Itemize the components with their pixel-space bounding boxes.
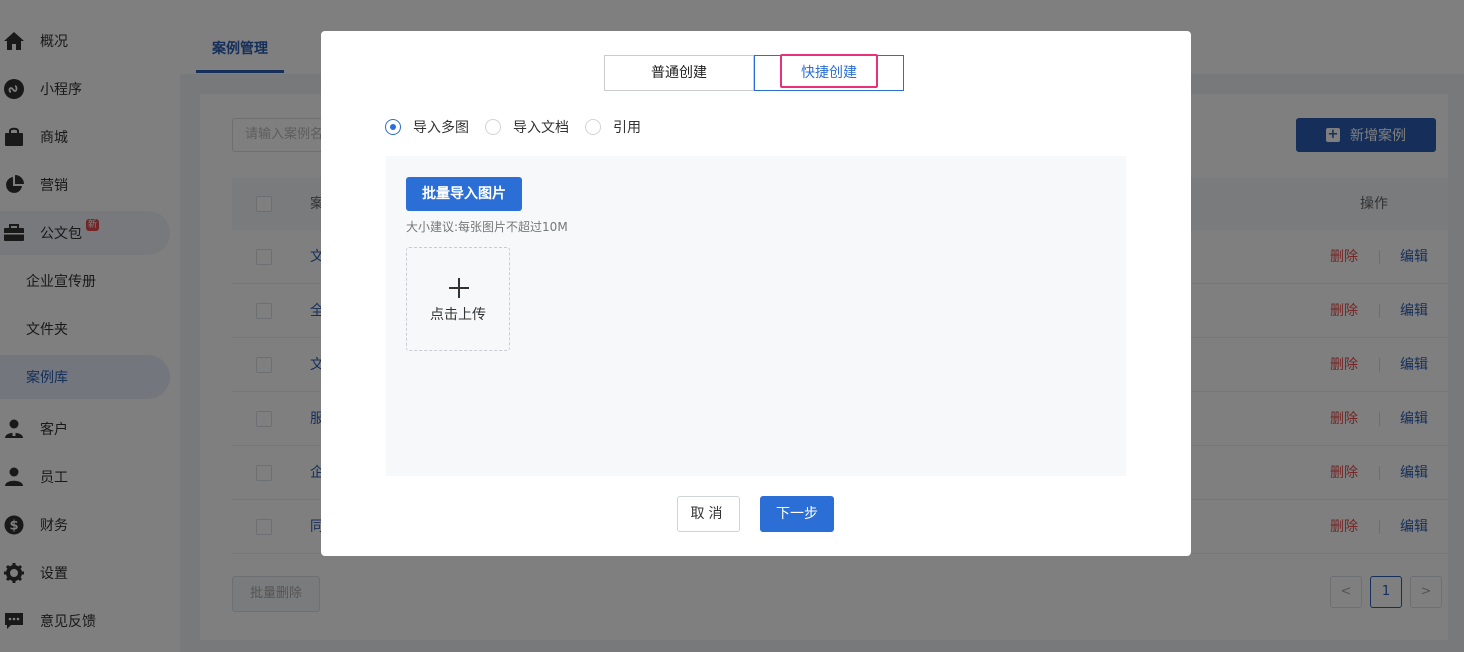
quick-create-dialog: 普通创建 快捷创建 导入多图 导入文档 引用 批量导入图片 大小建议:每张图片不… (321, 31, 1191, 556)
radio-dot[interactable] (385, 119, 401, 135)
tab-normal-create[interactable]: 普通创建 (604, 55, 754, 91)
cancel-button[interactable]: 取消 (677, 496, 740, 532)
upload-panel: 批量导入图片 大小建议:每张图片不超过10M 点击上传 (386, 156, 1126, 476)
radio-label: 导入多图 (413, 120, 469, 136)
radio-reference[interactable]: 引用 (585, 117, 641, 137)
radio-label: 引用 (613, 120, 641, 136)
batch-import-images-button[interactable]: 批量导入图片 (406, 177, 522, 211)
upload-label: 点击上传 (430, 307, 486, 323)
radio-import-document[interactable]: 导入文档 (485, 117, 569, 137)
radio-dot[interactable] (585, 119, 601, 135)
import-type-radio-group: 导入多图 导入文档 引用 (385, 117, 657, 137)
radio-import-images[interactable]: 导入多图 (385, 117, 469, 137)
radio-dot[interactable] (485, 119, 501, 135)
size-hint: 大小建议:每张图片不超过10M (406, 220, 568, 234)
next-step-button[interactable]: 下一步 (760, 496, 834, 532)
radio-label: 导入文档 (513, 120, 569, 136)
plus-icon (449, 278, 469, 298)
upload-dropzone[interactable]: 点击上传 (406, 247, 510, 351)
highlight-box (780, 54, 878, 88)
